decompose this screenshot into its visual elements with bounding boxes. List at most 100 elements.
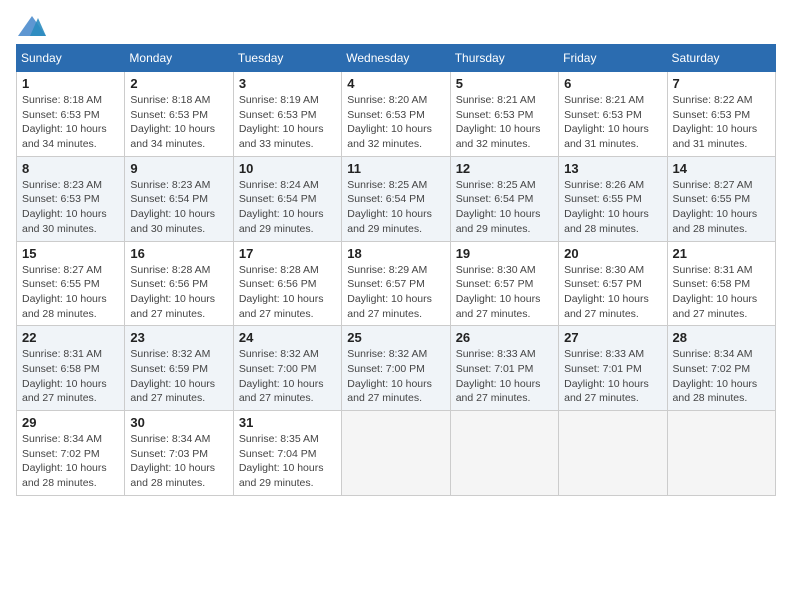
day-info: Sunrise: 8:32 AMSunset: 7:00 PMDaylight:… (239, 347, 336, 406)
calendar-day-cell: 22 Sunrise: 8:31 AMSunset: 6:58 PMDayligh… (17, 326, 125, 411)
calendar-day-cell: 14 Sunrise: 8:27 AMSunset: 6:55 PMDayligh… (667, 156, 775, 241)
day-number: 30 (130, 415, 227, 430)
calendar-day-cell: 9 Sunrise: 8:23 AMSunset: 6:54 PMDaylight… (125, 156, 233, 241)
day-number: 22 (22, 330, 119, 345)
calendar-day-cell (559, 411, 667, 496)
day-info: Sunrise: 8:22 AMSunset: 6:53 PMDaylight:… (673, 93, 770, 152)
day-number: 4 (347, 76, 444, 91)
day-info: Sunrise: 8:23 AMSunset: 6:53 PMDaylight:… (22, 178, 119, 237)
day-number: 16 (130, 246, 227, 261)
calendar-day-cell: 10 Sunrise: 8:24 AMSunset: 6:54 PMDayligh… (233, 156, 341, 241)
calendar-day-cell: 6 Sunrise: 8:21 AMSunset: 6:53 PMDaylight… (559, 72, 667, 157)
calendar-day-cell: 16 Sunrise: 8:28 AMSunset: 6:56 PMDayligh… (125, 241, 233, 326)
calendar-day-cell: 30 Sunrise: 8:34 AMSunset: 7:03 PMDayligh… (125, 411, 233, 496)
logo (16, 16, 46, 32)
day-info: Sunrise: 8:35 AMSunset: 7:04 PMDaylight:… (239, 432, 336, 491)
day-info: Sunrise: 8:33 AMSunset: 7:01 PMDaylight:… (456, 347, 553, 406)
day-info: Sunrise: 8:23 AMSunset: 6:54 PMDaylight:… (130, 178, 227, 237)
day-info: Sunrise: 8:30 AMSunset: 6:57 PMDaylight:… (456, 263, 553, 322)
calendar-day-cell: 19 Sunrise: 8:30 AMSunset: 6:57 PMDayligh… (450, 241, 558, 326)
calendar-day-cell: 17 Sunrise: 8:28 AMSunset: 6:56 PMDayligh… (233, 241, 341, 326)
page-header (16, 16, 776, 32)
day-info: Sunrise: 8:30 AMSunset: 6:57 PMDaylight:… (564, 263, 661, 322)
day-info: Sunrise: 8:21 AMSunset: 6:53 PMDaylight:… (564, 93, 661, 152)
day-info: Sunrise: 8:29 AMSunset: 6:57 PMDaylight:… (347, 263, 444, 322)
day-number: 27 (564, 330, 661, 345)
day-number: 11 (347, 161, 444, 176)
day-number: 8 (22, 161, 119, 176)
calendar-day-cell: 28Sunrise: 8:34 AMSunset: 7:02 PMDayligh… (667, 326, 775, 411)
day-info: Sunrise: 8:24 AMSunset: 6:54 PMDaylight:… (239, 178, 336, 237)
weekday-header: Wednesday (342, 45, 450, 72)
calendar-day-cell: 24 Sunrise: 8:32 AMSunset: 7:00 PMDayligh… (233, 326, 341, 411)
weekday-header: Tuesday (233, 45, 341, 72)
day-info: Sunrise: 8:28 AMSunset: 6:56 PMDaylight:… (239, 263, 336, 322)
day-info: Sunrise: 8:31 AMSunset: 6:58 PMDaylight:… (22, 347, 119, 406)
day-info: Sunrise: 8:20 AMSunset: 6:53 PMDaylight:… (347, 93, 444, 152)
day-number: 10 (239, 161, 336, 176)
calendar-day-cell: 5Sunrise: 8:21 AMSunset: 6:53 PMDaylight… (450, 72, 558, 157)
calendar-day-cell: 20 Sunrise: 8:30 AMSunset: 6:57 PMDayligh… (559, 241, 667, 326)
day-number: 12 (456, 161, 553, 176)
calendar-day-cell: 12 Sunrise: 8:25 AMSunset: 6:54 PMDayligh… (450, 156, 558, 241)
calendar-day-cell: 25Sunrise: 8:32 AMSunset: 7:00 PMDayligh… (342, 326, 450, 411)
calendar-day-cell: 11 Sunrise: 8:25 AMSunset: 6:54 PMDayligh… (342, 156, 450, 241)
day-info: Sunrise: 8:25 AMSunset: 6:54 PMDaylight:… (456, 178, 553, 237)
day-number: 26 (456, 330, 553, 345)
calendar-day-cell: 4 Sunrise: 8:20 AMSunset: 6:53 PMDaylight… (342, 72, 450, 157)
calendar-day-cell: 29 Sunrise: 8:34 AMSunset: 7:02 PMDayligh… (17, 411, 125, 496)
day-info: Sunrise: 8:26 AMSunset: 6:55 PMDaylight:… (564, 178, 661, 237)
calendar-day-cell (450, 411, 558, 496)
day-number: 20 (564, 246, 661, 261)
weekday-header: Sunday (17, 45, 125, 72)
day-info: Sunrise: 8:34 AMSunset: 7:02 PMDaylight:… (22, 432, 119, 491)
calendar-day-cell: 3 Sunrise: 8:19 AMSunset: 6:53 PMDaylight… (233, 72, 341, 157)
day-info: Sunrise: 8:25 AMSunset: 6:54 PMDaylight:… (347, 178, 444, 237)
calendar-day-cell: 8 Sunrise: 8:23 AMSunset: 6:53 PMDaylight… (17, 156, 125, 241)
calendar-day-cell: 31Sunrise: 8:35 AMSunset: 7:04 PMDayligh… (233, 411, 341, 496)
calendar-day-cell: 18 Sunrise: 8:29 AMSunset: 6:57 PMDayligh… (342, 241, 450, 326)
weekday-header: Friday (559, 45, 667, 72)
calendar-day-cell: 15Sunrise: 8:27 AMSunset: 6:55 PMDayligh… (17, 241, 125, 326)
day-number: 3 (239, 76, 336, 91)
calendar-body: 1 Sunrise: 8:18 AMSunset: 6:53 PMDaylight… (17, 72, 776, 496)
day-number: 9 (130, 161, 227, 176)
calendar-header: SundayMondayTuesdayWednesdayThursdayFrid… (17, 45, 776, 72)
day-number: 15 (22, 246, 119, 261)
weekday-header: Saturday (667, 45, 775, 72)
calendar-day-cell: 2 Sunrise: 8:18 AMSunset: 6:53 PMDaylight… (125, 72, 233, 157)
calendar-week-row: 15Sunrise: 8:27 AMSunset: 6:55 PMDayligh… (17, 241, 776, 326)
calendar-day-cell: 26 Sunrise: 8:33 AMSunset: 7:01 PMDayligh… (450, 326, 558, 411)
day-number: 14 (673, 161, 770, 176)
day-info: Sunrise: 8:18 AMSunset: 6:53 PMDaylight:… (22, 93, 119, 152)
calendar-day-cell (667, 411, 775, 496)
calendar-day-cell: 13 Sunrise: 8:26 AMSunset: 6:55 PMDayligh… (559, 156, 667, 241)
day-info: Sunrise: 8:31 AMSunset: 6:58 PMDaylight:… (673, 263, 770, 322)
calendar-week-row: 8 Sunrise: 8:23 AMSunset: 6:53 PMDaylight… (17, 156, 776, 241)
day-number: 18 (347, 246, 444, 261)
day-number: 29 (22, 415, 119, 430)
day-number: 17 (239, 246, 336, 261)
logo-icon (18, 16, 46, 36)
day-info: Sunrise: 8:28 AMSunset: 6:56 PMDaylight:… (130, 263, 227, 322)
calendar-table: SundayMondayTuesdayWednesdayThursdayFrid… (16, 44, 776, 496)
calendar-day-cell: 21Sunrise: 8:31 AMSunset: 6:58 PMDayligh… (667, 241, 775, 326)
day-number: 5 (456, 76, 553, 91)
day-number: 2 (130, 76, 227, 91)
day-number: 1 (22, 76, 119, 91)
day-info: Sunrise: 8:32 AMSunset: 7:00 PMDaylight:… (347, 347, 444, 406)
day-info: Sunrise: 8:34 AMSunset: 7:03 PMDaylight:… (130, 432, 227, 491)
calendar-week-row: 1 Sunrise: 8:18 AMSunset: 6:53 PMDaylight… (17, 72, 776, 157)
weekday-header-row: SundayMondayTuesdayWednesdayThursdayFrid… (17, 45, 776, 72)
calendar-day-cell: 7 Sunrise: 8:22 AMSunset: 6:53 PMDaylight… (667, 72, 775, 157)
calendar-week-row: 22 Sunrise: 8:31 AMSunset: 6:58 PMDayligh… (17, 326, 776, 411)
day-info: Sunrise: 8:32 AMSunset: 6:59 PMDaylight:… (130, 347, 227, 406)
day-number: 7 (673, 76, 770, 91)
day-info: Sunrise: 8:19 AMSunset: 6:53 PMDaylight:… (239, 93, 336, 152)
day-number: 6 (564, 76, 661, 91)
day-number: 24 (239, 330, 336, 345)
day-number: 13 (564, 161, 661, 176)
day-number: 19 (456, 246, 553, 261)
day-info: Sunrise: 8:18 AMSunset: 6:53 PMDaylight:… (130, 93, 227, 152)
day-info: Sunrise: 8:27 AMSunset: 6:55 PMDaylight:… (673, 178, 770, 237)
